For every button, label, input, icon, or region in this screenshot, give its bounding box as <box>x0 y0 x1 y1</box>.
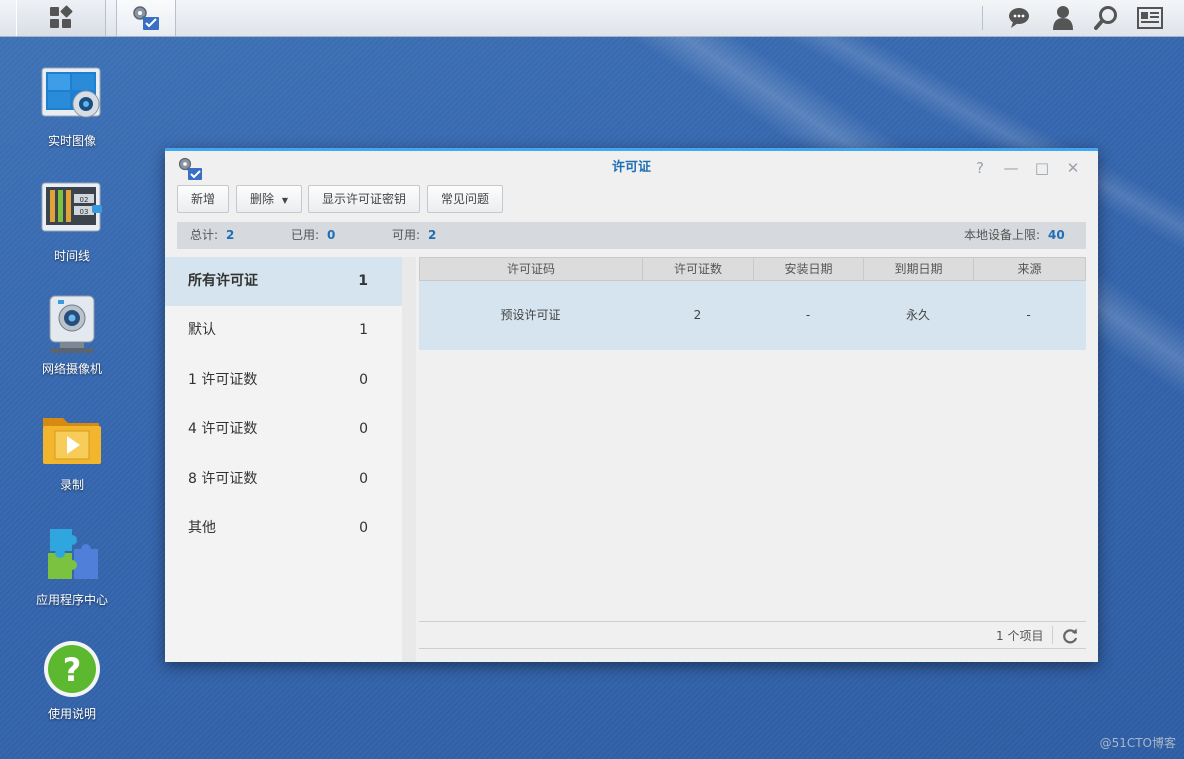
category-item-default[interactable]: 默认 1 <box>165 306 402 355</box>
stat-available-value: 2 <box>428 228 437 242</box>
close-button[interactable]: ✕ <box>1064 159 1082 177</box>
footer-divider <box>419 621 1086 622</box>
stat-used-value: 0 <box>327 228 336 242</box>
footer-separator <box>1052 626 1053 644</box>
desktop-icon-label: 网络摄像机 <box>41 362 102 376</box>
stat-available: 可用: 2 <box>392 222 436 249</box>
category-count: 0 <box>359 372 368 388</box>
watermark: @51CTO博客 <box>1099 736 1176 750</box>
add-button[interactable]: 新增 <box>177 185 230 213</box>
refresh-icon[interactable] <box>1061 627 1079 645</box>
cell-install-date: - <box>805 308 811 322</box>
stat-used-label: 已用: <box>291 228 320 242</box>
table-header: 许可证码 许可证数 安装日期 到期日期 来源 <box>419 257 1086 281</box>
desktop-icon-help[interactable]: ? 使用说明 <box>30 639 114 722</box>
desktop-icon-label: 录制 <box>59 478 84 492</box>
desktop-icon-live-view[interactable]: 实时图像 <box>30 66 114 149</box>
category-item-8-license[interactable]: 8 许可证数 0 <box>165 455 402 504</box>
maximize-button[interactable]: □ <box>1033 159 1051 177</box>
desktop-icon-label: 实时图像 <box>47 134 96 148</box>
category-list: 所有许可证 1 默认 1 1 许可证数 0 4 许可证数 0 8 许可证数 0 其他 0 <box>165 257 403 662</box>
category-count: 1 <box>358 273 368 289</box>
category-name: 所有许可证 <box>188 273 258 289</box>
category-name: 默认 <box>188 322 216 338</box>
column-header-license-count[interactable]: 许可证数 <box>643 258 754 280</box>
desktop-icon-package-center[interactable]: 应用程序中心 <box>30 525 114 608</box>
stat-limit-label: 本地设备上限: <box>964 228 1041 242</box>
category-name: 其他 <box>188 520 216 536</box>
apps-grid-icon <box>50 5 73 29</box>
category-count: 1 <box>359 322 368 338</box>
notifications-icon[interactable] <box>1137 7 1163 29</box>
cell-license-count: 2 <box>693 308 702 322</box>
puzzle-icon <box>48 529 98 579</box>
cell-source: - <box>1026 308 1031 322</box>
stat-used: 已用: 0 <box>291 222 335 249</box>
column-header-install-date[interactable]: 安装日期 <box>754 258 864 280</box>
faq-button[interactable]: 常见问题 <box>427 185 504 213</box>
user-icon[interactable] <box>1051 5 1075 31</box>
stat-total-value: 2 <box>226 228 235 242</box>
add-button-label: 新增 <box>191 192 216 206</box>
desktop-icon-recording[interactable]: 录制 <box>30 410 114 493</box>
category-count: 0 <box>359 520 368 536</box>
license-window: 许可证 ? — □ ✕ 新增 删除 ▼ 显示许可证密钥 常见问题 总计: 2 已用… <box>165 148 1098 662</box>
delete-button[interactable]: 删除 ▼ <box>236 185 302 213</box>
desktop-icon-label: 应用程序中心 <box>35 593 108 607</box>
timeline-icon-label: 03 <box>80 208 89 216</box>
stat-limit: 本地设备上限: 40 <box>964 222 1065 249</box>
show-license-key-button[interactable]: 显示许可证密钥 <box>308 185 421 213</box>
timeline-icon: 02 03 <box>41 182 102 232</box>
category-item-4-license[interactable]: 4 许可证数 0 <box>165 405 402 454</box>
cell-license-code: 预设许可证 <box>500 308 561 322</box>
stat-total: 总计: 2 <box>190 222 234 249</box>
desktop-icon-timeline[interactable]: 02 03 时间线 <box>30 181 114 264</box>
help-button[interactable]: ? <box>971 159 989 177</box>
desktop-icon-ip-camera[interactable]: 网络摄像机 <box>30 294 114 377</box>
caret-down-icon: ▼ <box>281 196 288 205</box>
tray-separator <box>982 6 983 30</box>
category-count: 0 <box>359 471 368 487</box>
column-header-license-code[interactable]: 许可证码 <box>420 258 643 280</box>
category-name: 8 许可证数 <box>188 471 258 487</box>
column-header-expiry-date[interactable]: 到期日期 <box>864 258 974 280</box>
desktop-icon-label: 时间线 <box>53 249 90 263</box>
live-view-icon <box>41 67 101 118</box>
help-icon: ? <box>44 641 100 697</box>
stat-available-label: 可用: <box>392 228 421 242</box>
splitter[interactable] <box>402 257 416 662</box>
stat-total-label: 总计: <box>190 228 219 242</box>
table-row[interactable]: 预设许可证 2 - 永久 - <box>419 281 1086 350</box>
cell-expiry-date: 永久 <box>905 308 930 322</box>
category-item-other[interactable]: 其他 0 <box>165 504 402 553</box>
stat-limit-value: 40 <box>1048 228 1065 242</box>
minimize-button[interactable]: — <box>1002 159 1020 177</box>
svg-text:?: ? <box>63 651 82 689</box>
folder-play-icon <box>43 418 101 464</box>
category-item-1-license[interactable]: 1 许可证数 0 <box>165 356 402 405</box>
taskbar <box>0 0 1184 37</box>
category-count: 0 <box>359 421 368 437</box>
taskbar-license-app-button[interactable] <box>116 0 176 36</box>
category-item-all[interactable]: 所有许可证 1 <box>165 257 402 306</box>
column-header-source[interactable]: 来源 <box>974 258 1085 280</box>
chat-icon[interactable] <box>1007 6 1031 30</box>
ip-camera-icon <box>49 295 95 353</box>
main-menu-button[interactable] <box>16 0 106 36</box>
item-count: 1 个项目 <box>996 629 1044 643</box>
search-icon[interactable] <box>1094 5 1120 31</box>
timeline-icon-label: 02 <box>80 196 89 204</box>
category-name: 1 许可证数 <box>188 372 258 388</box>
desktop-icon-label: 使用说明 <box>47 707 96 721</box>
window-title: 许可证 <box>611 160 651 175</box>
category-name: 4 许可证数 <box>188 421 258 437</box>
delete-button-label: 删除 <box>250 192 275 206</box>
license-stats-bar: 总计: 2 已用: 0 可用: 2 本地设备上限: 40 <box>177 222 1086 249</box>
show-license-key-label: 显示许可证密钥 <box>322 192 407 206</box>
license-key-icon <box>133 6 159 30</box>
footer-divider <box>419 648 1086 649</box>
faq-button-label: 常见问题 <box>441 192 490 206</box>
